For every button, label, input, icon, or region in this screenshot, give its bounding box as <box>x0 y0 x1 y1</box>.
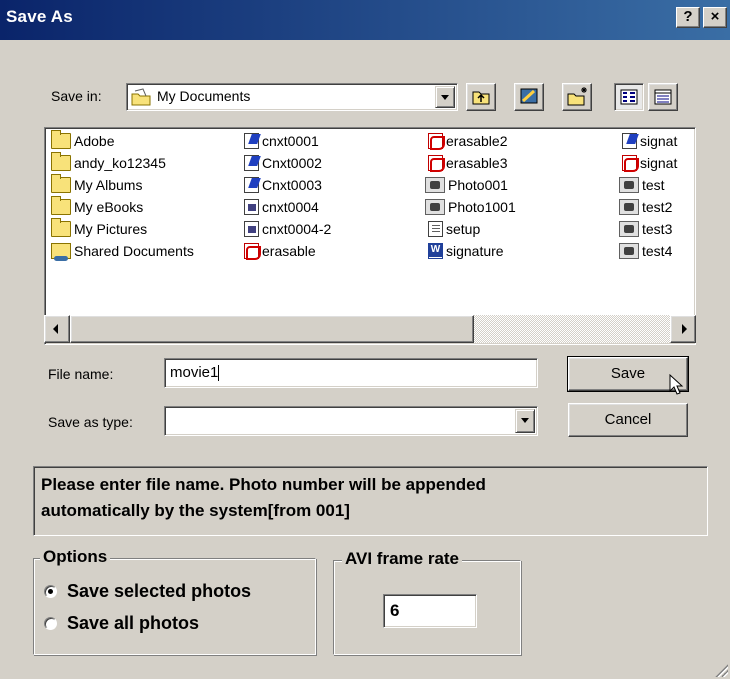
folder-icon <box>51 196 71 215</box>
folder-icon <box>51 152 71 171</box>
list-item[interactable]: erasable2 <box>425 130 508 152</box>
info-message-line-1: Please enter file name. Photo number wil… <box>41 475 486 494</box>
info-message-line-2: automatically by the system[from 001] <box>41 501 350 520</box>
image-file-icon <box>244 199 259 215</box>
rtf-document-icon <box>244 177 259 193</box>
desktop-icon <box>520 88 538 104</box>
desktop-button[interactable] <box>514 83 544 111</box>
list-item[interactable]: My Albums <box>51 174 142 196</box>
camera-file-icon <box>425 177 445 193</box>
list-item[interactable]: test2 <box>619 196 672 218</box>
list-item[interactable]: My eBooks <box>51 196 143 218</box>
scroll-left-icon[interactable] <box>44 315 70 343</box>
text-cursor <box>218 365 220 382</box>
new-folder-icon <box>567 87 587 106</box>
list-item[interactable]: signat <box>619 130 677 152</box>
options-legend: Options <box>40 547 111 567</box>
radio-selected-icon <box>44 585 57 598</box>
scroll-right-icon[interactable] <box>670 315 696 343</box>
pdf-file-icon <box>428 133 445 150</box>
save-selected-photos-radio[interactable]: Save selected photos <box>44 581 251 602</box>
camera-file-icon <box>619 177 639 193</box>
rtf-document-icon <box>622 133 637 149</box>
list-item[interactable]: Photo1001 <box>425 196 516 218</box>
list-item[interactable]: erasable <box>241 240 316 262</box>
file-name-value: movie1 <box>170 364 219 381</box>
folder-icon <box>51 130 71 149</box>
list-item[interactable]: test4 <box>619 240 672 262</box>
help-button[interactable]: ? <box>676 7 700 28</box>
list-view-button[interactable] <box>614 83 644 111</box>
camera-file-icon <box>619 243 639 259</box>
up-one-level-button[interactable] <box>466 83 496 111</box>
image-file-icon <box>244 221 259 237</box>
pdf-file-icon <box>244 243 261 260</box>
save-as-dialog: Save As ? × Save in: My Documents Adobe … <box>0 0 730 679</box>
rtf-document-icon <box>244 155 259 171</box>
list-item[interactable]: Photo001 <box>425 174 508 196</box>
list-item[interactable]: Shared Documents <box>51 240 194 262</box>
camera-file-icon <box>619 221 639 237</box>
pdf-file-icon <box>428 155 445 172</box>
folder-icon <box>51 174 71 193</box>
scrollbar-thumb[interactable] <box>70 315 474 343</box>
list-item[interactable]: Cnxt0002 <box>241 152 322 174</box>
list-item[interactable]: test3 <box>619 218 672 240</box>
save-as-type-dropdown[interactable] <box>164 406 538 436</box>
setup-file-icon <box>428 221 443 237</box>
title-bar[interactable]: Save As ? × <box>0 0 730 40</box>
list-item[interactable]: Cnxt0003 <box>241 174 322 196</box>
details-view-icon <box>654 89 672 105</box>
save-in-label: Save in: <box>51 88 102 104</box>
camera-file-icon <box>619 199 639 215</box>
shared-folder-icon <box>51 243 71 261</box>
list-item[interactable]: setup <box>425 218 480 240</box>
word-document-icon <box>428 243 443 259</box>
folder-up-icon <box>472 91 490 105</box>
avi-frame-rate-legend: AVI frame rate <box>342 549 463 569</box>
close-button[interactable]: × <box>703 7 727 28</box>
list-item[interactable]: andy_ko12345 <box>51 152 166 174</box>
new-folder-button[interactable] <box>562 83 592 111</box>
radio-unselected-icon <box>44 617 57 630</box>
mouse-cursor-icon <box>669 374 684 395</box>
chevron-down-icon[interactable] <box>435 86 455 108</box>
list-item[interactable]: Adobe <box>51 130 114 152</box>
save-in-value: My Documents <box>157 88 251 104</box>
save-as-type-label: Save as type: <box>48 414 133 430</box>
save-all-photos-radio[interactable]: Save all photos <box>44 613 199 634</box>
save-in-dropdown[interactable]: My Documents <box>126 83 458 111</box>
list-item[interactable]: signat <box>619 152 677 174</box>
cancel-button[interactable]: Cancel <box>568 403 688 437</box>
details-view-button[interactable] <box>648 83 678 111</box>
file-list[interactable]: Adobe andy_ko12345 My Albums My eBooks M… <box>44 127 696 345</box>
pdf-file-icon <box>622 155 639 172</box>
file-name-input[interactable]: movie1 <box>164 358 538 388</box>
resize-grip-icon[interactable] <box>714 663 728 677</box>
my-documents-icon <box>131 88 151 106</box>
save-button[interactable]: Save <box>567 356 689 395</box>
window-title: Save As <box>6 7 73 26</box>
frame-rate-input[interactable]: 6 <box>383 594 477 628</box>
horizontal-scrollbar[interactable] <box>44 315 696 343</box>
rtf-document-icon <box>244 133 259 149</box>
folder-icon <box>51 218 71 237</box>
list-item[interactable]: signature <box>425 240 504 262</box>
list-item[interactable]: cnxt0004 <box>241 196 319 218</box>
info-message: Please enter file name. Photo number wil… <box>33 466 708 536</box>
list-item[interactable]: My Pictures <box>51 218 147 240</box>
list-item[interactable]: erasable3 <box>425 152 508 174</box>
list-view-icon <box>620 89 638 105</box>
camera-file-icon <box>425 199 445 215</box>
list-item[interactable]: test <box>619 174 665 196</box>
avi-frame-rate-group: AVI frame rate 6 <box>333 549 521 655</box>
list-item[interactable]: cnxt0001 <box>241 130 319 152</box>
file-name-label: File name: <box>48 366 114 382</box>
options-group: Options Save selected photos Save all ph… <box>33 547 316 655</box>
list-item[interactable]: cnxt0004-2 <box>241 218 331 240</box>
scrollbar-track[interactable] <box>474 315 670 343</box>
chevron-down-icon[interactable] <box>515 409 535 433</box>
